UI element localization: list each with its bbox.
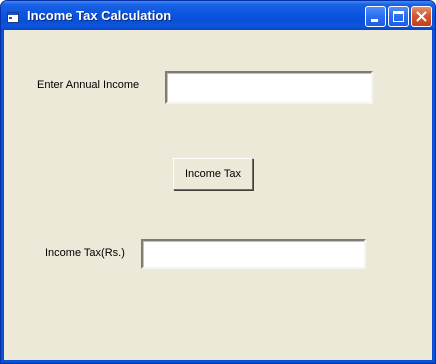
minimize-icon [371, 19, 378, 22]
close-icon [416, 11, 427, 22]
maximize-button[interactable] [388, 6, 409, 27]
income-tax-output[interactable] [141, 239, 366, 269]
app-window: Income Tax Calculation Enter Annual Inco… [0, 0, 436, 364]
window-title: Income Tax Calculation [27, 8, 172, 23]
income-tax-button[interactable]: Income Tax [173, 158, 253, 190]
close-button[interactable] [411, 6, 432, 27]
annual-income-input[interactable] [165, 71, 373, 104]
title-bar[interactable]: Income Tax Calculation [1, 1, 435, 30]
form-client-area: Enter Annual Income Income Tax Income Ta… [4, 30, 432, 360]
maximize-icon [393, 11, 404, 22]
minimize-button[interactable] [365, 6, 386, 27]
annual-income-label: Enter Annual Income [37, 79, 140, 91]
income-tax-label: Income Tax(Rs.) [45, 247, 125, 259]
app-icon[interactable] [7, 10, 19, 23]
